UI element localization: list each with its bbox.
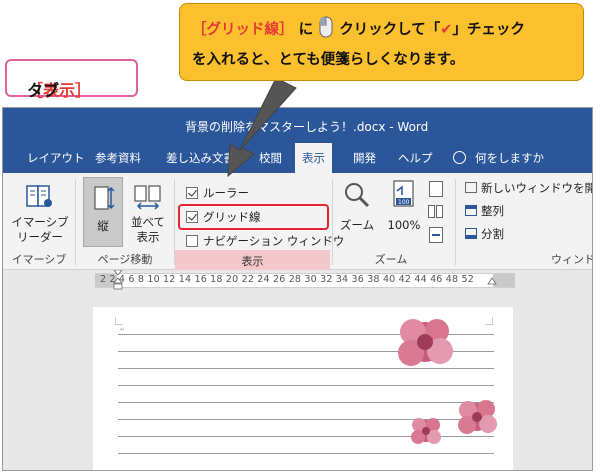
- zoom-group-label: ズーム: [374, 253, 408, 266]
- group-divider: [332, 179, 333, 265]
- callout-bracket-text: ［グリッド線］: [192, 22, 294, 38]
- new-window-label: 新しいウィンドウを開く: [481, 181, 592, 195]
- zoom-100-icon-text: 100: [398, 199, 410, 206]
- ruler-check-icon: [186, 187, 198, 199]
- document-page[interactable]: ↵: [93, 307, 513, 470]
- tab-references[interactable]: 参考資料: [95, 143, 141, 173]
- gridline: [118, 402, 494, 403]
- tell-me-label: 何をしますか: [475, 151, 544, 165]
- view-tab-label: ［表示］ タブ: [5, 59, 138, 100]
- new-window-button[interactable]: 新しいウィンドウを開く: [465, 181, 592, 196]
- pointer-arrow: [227, 77, 297, 178]
- magnifier-icon: [345, 183, 370, 208]
- tab-layout[interactable]: レイアウト: [27, 143, 85, 173]
- lightbulb-icon: [453, 151, 466, 164]
- arrange-label: 整列: [481, 204, 504, 218]
- callout-text-ni: に: [298, 22, 314, 38]
- vertical-label: 縦: [97, 219, 109, 233]
- document-area: ↵: [3, 290, 592, 470]
- tell-me-search[interactable]: 何をしますか: [453, 143, 544, 173]
- zoom-100-button[interactable]: 100 100%: [382, 177, 426, 249]
- vertical-button[interactable]: 縦: [83, 177, 123, 247]
- ruler-numbers: 2 2 4 6 8 10 12 14 16 18 20 22 24 26 28 …: [100, 274, 474, 285]
- split-label: 分割: [481, 227, 504, 241]
- gridlines-highlight-box: [178, 204, 329, 230]
- navigation-check-icon: [186, 235, 198, 247]
- view-tab-suffix: タブ: [27, 81, 60, 100]
- page-move-group-label: ページ移動: [97, 253, 153, 266]
- zoom-100-icon: 100: [393, 180, 414, 207]
- navigation-pane-checkbox[interactable]: ナビゲーション ウィンドウ: [186, 232, 344, 250]
- group-divider: [75, 179, 76, 265]
- callout-line-1: ［グリッド線］ に クリックして「✔」チェック: [192, 16, 525, 39]
- zoom-button[interactable]: ズーム: [337, 177, 377, 249]
- new-window-icon: [465, 182, 477, 193]
- zoom-100-label: 100%: [387, 218, 421, 232]
- immersive-reader-icon: [26, 185, 52, 207]
- flower-image[interactable]: [406, 413, 446, 449]
- tab-help[interactable]: ヘルプ: [398, 143, 433, 173]
- immersive-group-label: イマーシブ: [11, 253, 67, 266]
- arrange-all-button[interactable]: 整列: [465, 204, 504, 219]
- callout-line-2: を入れると、とても便箋らしくなります。: [192, 52, 465, 68]
- margin-corner-mark: [485, 317, 493, 325]
- side-by-side-label: 並べて 表示: [130, 215, 166, 244]
- side-by-side-button[interactable]: 並べて 表示: [127, 177, 169, 249]
- group-divider: [455, 179, 456, 265]
- immersive-reader-button[interactable]: イマーシブ リーダー: [7, 177, 71, 249]
- split-icon: [465, 228, 477, 239]
- margin-corner-mark: [115, 317, 123, 325]
- paragraph-mark: ↵: [120, 326, 126, 333]
- side-by-side-icon: [134, 185, 161, 210]
- mouse-icon: [319, 16, 333, 38]
- callout-text-check: 」チェック: [452, 22, 525, 38]
- tab-developer[interactable]: 開発: [353, 143, 376, 173]
- right-indent-marker-icon[interactable]: [487, 270, 497, 290]
- split-button[interactable]: 分割: [465, 227, 504, 242]
- callout-check-mark: ✔: [440, 22, 453, 38]
- zoom-label: ズーム: [339, 218, 375, 232]
- arrange-icon: [465, 205, 477, 216]
- gridline: [118, 385, 494, 386]
- show-group-label: 表示: [241, 255, 264, 268]
- horizontal-ruler[interactable]: 2 2 4 6 8 10 12 14 16 18 20 22 24 26 28 …: [3, 270, 592, 290]
- instruction-callout: ［グリッド線］ に クリックして「✔」チェック を入れると、とても便箋らしくなり…: [179, 3, 584, 81]
- immersive-reader-label: イマーシブ リーダー: [11, 215, 69, 244]
- navigation-label: ナビゲーション ウィンドウ: [203, 234, 345, 248]
- flower-image[interactable]: [451, 393, 503, 441]
- multiple-pages-button[interactable]: [428, 205, 444, 219]
- page-width-button[interactable]: [429, 227, 443, 243]
- gridline: [118, 453, 494, 454]
- flower-image[interactable]: [385, 307, 465, 377]
- one-page-button[interactable]: [429, 181, 443, 197]
- vertical-scroll-icon: [94, 186, 115, 210]
- callout-text-click: クリックして「: [339, 22, 441, 38]
- window-group-label: ウィンドウ: [551, 253, 592, 266]
